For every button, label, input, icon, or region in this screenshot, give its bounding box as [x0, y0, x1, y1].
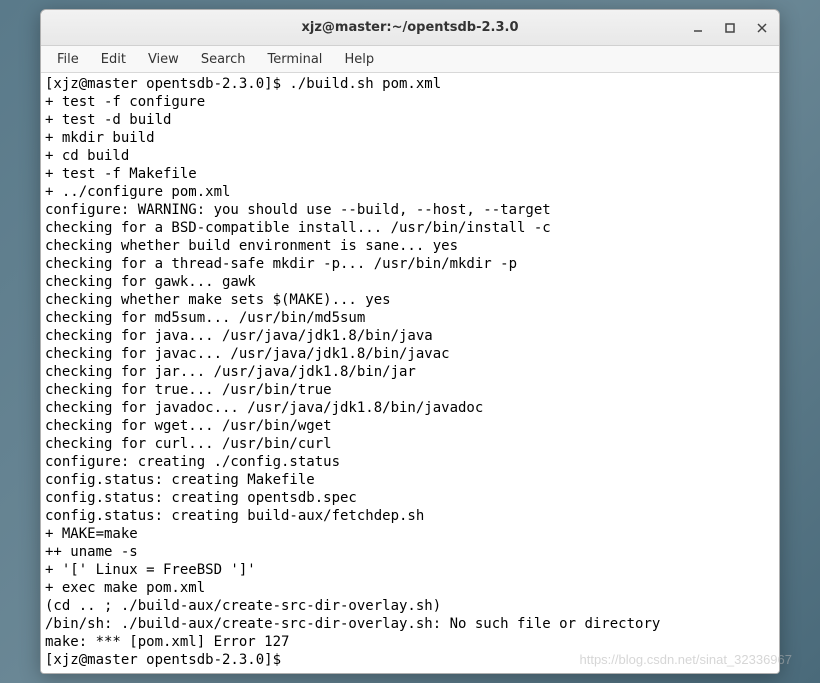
- terminal-line: checking whether build environment is sa…: [45, 237, 775, 255]
- minimize-button[interactable]: [689, 19, 707, 37]
- terminal-line: [xjz@master opentsdb-2.3.0]$ ./build.sh …: [45, 75, 775, 93]
- terminal-line: (cd .. ; ./build-aux/create-src-dir-over…: [45, 597, 775, 615]
- terminal-line: configure: WARNING: you should use --bui…: [45, 201, 775, 219]
- terminal-line: + ../configure pom.xml: [45, 183, 775, 201]
- terminal-window: xjz@master:~/opentsdb-2.3.0 File Edit Vi…: [40, 9, 780, 674]
- terminal-line: + test -f Makefile: [45, 165, 775, 183]
- terminal-line: + test -d build: [45, 111, 775, 129]
- terminal-line: checking for java... /usr/java/jdk1.8/bi…: [45, 327, 775, 345]
- window-controls: [689, 10, 771, 45]
- terminal-line: checking for gawk... gawk: [45, 273, 775, 291]
- terminal-line: configure: creating ./config.status: [45, 453, 775, 471]
- maximize-button[interactable]: [721, 19, 739, 37]
- terminal-line: /bin/sh: ./build-aux/create-src-dir-over…: [45, 615, 775, 633]
- terminal-line: checking for wget... /usr/bin/wget: [45, 417, 775, 435]
- menu-view[interactable]: View: [138, 49, 189, 70]
- terminal-line: checking for true... /usr/bin/true: [45, 381, 775, 399]
- terminal-line: checking for javac... /usr/java/jdk1.8/b…: [45, 345, 775, 363]
- terminal-output[interactable]: [xjz@master opentsdb-2.3.0]$ ./build.sh …: [41, 73, 779, 673]
- terminal-line: config.status: creating Makefile: [45, 471, 775, 489]
- titlebar: xjz@master:~/opentsdb-2.3.0: [41, 10, 779, 46]
- window-title: xjz@master:~/opentsdb-2.3.0: [301, 20, 518, 35]
- terminal-line: checking for a thread-safe mkdir -p... /…: [45, 255, 775, 273]
- menubar: File Edit View Search Terminal Help: [41, 46, 779, 73]
- minimize-icon: [692, 22, 704, 34]
- terminal-line: checking for javadoc... /usr/java/jdk1.8…: [45, 399, 775, 417]
- terminal-line: + MAKE=make: [45, 525, 775, 543]
- terminal-line: checking whether make sets $(MAKE)... ye…: [45, 291, 775, 309]
- terminal-line: + test -f configure: [45, 93, 775, 111]
- menu-file[interactable]: File: [47, 49, 89, 70]
- terminal-line: checking for a BSD-compatible install...…: [45, 219, 775, 237]
- terminal-line: config.status: creating build-aux/fetchd…: [45, 507, 775, 525]
- terminal-line: checking for md5sum... /usr/bin/md5sum: [45, 309, 775, 327]
- terminal-line: checking for curl... /usr/bin/curl: [45, 435, 775, 453]
- terminal-line: [xjz@master opentsdb-2.3.0]$: [45, 651, 775, 669]
- terminal-line: ++ uname -s: [45, 543, 775, 561]
- maximize-icon: [724, 22, 736, 34]
- terminal-line: checking for jar... /usr/java/jdk1.8/bin…: [45, 363, 775, 381]
- terminal-line: + '[' Linux = FreeBSD ']': [45, 561, 775, 579]
- menu-help[interactable]: Help: [334, 49, 384, 70]
- terminal-line: + mkdir build: [45, 129, 775, 147]
- terminal-line: + cd build: [45, 147, 775, 165]
- menu-terminal[interactable]: Terminal: [257, 49, 332, 70]
- terminal-line: config.status: creating opentsdb.spec: [45, 489, 775, 507]
- menu-edit[interactable]: Edit: [91, 49, 136, 70]
- close-button[interactable]: [753, 19, 771, 37]
- terminal-line: + exec make pom.xml: [45, 579, 775, 597]
- menu-search[interactable]: Search: [191, 49, 256, 70]
- terminal-line: make: *** [pom.xml] Error 127: [45, 633, 775, 651]
- close-icon: [756, 22, 768, 34]
